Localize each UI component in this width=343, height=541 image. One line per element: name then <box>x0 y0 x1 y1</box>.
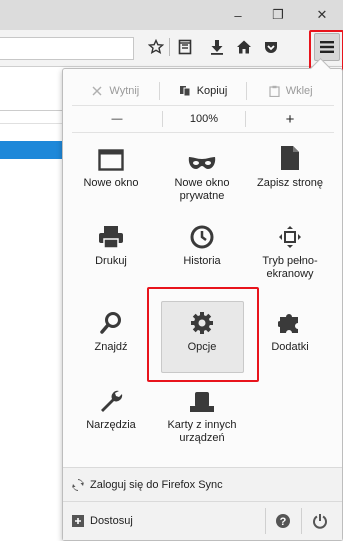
menu-item-label: Zapisz stronę <box>256 177 324 189</box>
page-content <box>0 67 62 541</box>
menu-item-synced-tabs[interactable]: Karty z innych urządzeń <box>162 381 242 445</box>
cut-button[interactable]: Wytnij <box>72 77 159 105</box>
restore-icon: ❐ <box>272 7 284 22</box>
synced-tabs-icon <box>190 392 214 412</box>
menu-item-find[interactable]: Znajdź <box>71 303 151 354</box>
cut-label: Wytnij <box>109 85 140 97</box>
menu-item-print[interactable]: Drukuj <box>71 217 151 268</box>
menu-item-label: Tryb pełno-ekranowy <box>262 255 318 280</box>
menu-item-label: Opcje <box>187 341 217 353</box>
close-icon: ✕ <box>316 7 328 22</box>
clock-icon <box>190 225 214 249</box>
copy-label: Kopiuj <box>196 85 228 97</box>
minimize-icon: – <box>234 7 242 23</box>
main-menu-panel: Wytnij Kopiuj Wklej — 100% + Nowe okno N… <box>62 57 343 541</box>
star-icon <box>148 39 164 54</box>
menu-item-developer[interactable]: Narzędzia <box>71 381 151 432</box>
divider <box>301 508 302 534</box>
scissors-icon <box>92 86 102 96</box>
divider <box>0 110 62 111</box>
menu-item-label: Drukuj <box>95 255 127 267</box>
zoom-out-icon: — <box>111 113 123 125</box>
puzzle-icon <box>278 314 298 333</box>
menu-footer: Dostosuj ? <box>63 501 342 540</box>
clipboard-icon <box>269 85 280 97</box>
sync-signin-button[interactable]: Zaloguj się do Firefox Sync <box>63 467 342 502</box>
menu-item-label: Karty z innych urządzeń <box>167 419 237 444</box>
pocket-button[interactable] <box>260 35 282 59</box>
reading-list-button[interactable] <box>174 35 196 59</box>
menu-item-label: Narzędzia <box>86 419 136 431</box>
menu-item-fullscreen[interactable]: Tryb pełno-ekranowy <box>250 217 330 281</box>
url-bar[interactable] <box>0 37 134 60</box>
svg-text:?: ? <box>280 516 287 528</box>
zoom-in-button[interactable]: + <box>246 106 334 132</box>
zoom-in-icon: + <box>285 110 295 128</box>
paste-button[interactable]: Wklej <box>247 77 334 105</box>
menu-item-label: Historia <box>183 255 221 267</box>
title-bar: – ❐ ✕ <box>0 0 343 30</box>
quit-button[interactable] <box>312 513 328 532</box>
page-blue-bar <box>0 141 62 159</box>
menu-item-history[interactable]: Historia <box>162 217 242 268</box>
sync-icon <box>72 479 84 491</box>
sync-label: Zaloguj się do Firefox Sync <box>90 479 223 491</box>
restore-button[interactable]: ❐ <box>258 0 298 30</box>
zoom-controls: — 100% + <box>72 105 334 133</box>
zoom-out-button[interactable]: — <box>72 106 162 132</box>
power-icon <box>313 514 327 529</box>
menu-item-addons[interactable]: Dodatki <box>250 303 330 354</box>
home-button[interactable] <box>233 35 255 59</box>
menu-item-new-window[interactable]: Nowe okno <box>71 139 151 190</box>
minimize-button[interactable]: – <box>218 0 258 30</box>
wrench-icon <box>101 390 123 412</box>
download-icon <box>211 40 223 55</box>
toolbar-separator <box>169 38 170 56</box>
copy-icon <box>179 86 191 97</box>
menu-item-options[interactable]: Opcje <box>162 303 242 354</box>
menu-item-label: Nowe okno prywatne <box>174 177 230 202</box>
paste-label: Wklej <box>285 85 313 97</box>
page-icon <box>281 146 299 170</box>
fullscreen-icon <box>279 226 301 248</box>
menu-item-label: Znajdź <box>94 341 128 353</box>
window-icon <box>98 149 124 171</box>
customize-button[interactable]: Dostosuj <box>72 515 133 527</box>
zoom-level: 100% <box>189 113 219 125</box>
edit-controls: Wytnij Kopiuj Wklej <box>72 77 334 105</box>
mask-icon <box>188 157 216 169</box>
menu-item-private-window[interactable]: Nowe okno prywatne <box>162 139 242 203</box>
nav-toolbar <box>0 30 343 67</box>
zoom-reset-button[interactable]: 100% <box>163 106 245 132</box>
divider <box>265 508 266 534</box>
bookmark-star-button[interactable] <box>145 35 167 59</box>
help-button[interactable]: ? <box>275 513 291 532</box>
divider <box>0 123 62 124</box>
gear-icon <box>191 312 213 334</box>
pocket-icon <box>265 42 277 53</box>
help-icon: ? <box>276 514 290 528</box>
home-icon <box>237 40 251 54</box>
plus-square-icon <box>72 515 84 527</box>
download-button[interactable] <box>206 35 228 59</box>
customize-label: Dostosuj <box>90 515 133 527</box>
copy-button[interactable]: Kopiuj <box>160 77 247 105</box>
search-icon <box>100 312 121 334</box>
menu-item-label: Dodatki <box>271 341 309 353</box>
close-button[interactable]: ✕ <box>302 0 342 30</box>
printer-icon <box>99 226 123 249</box>
menu-item-label: Nowe okno <box>83 177 139 189</box>
menu-item-save-page[interactable]: Zapisz stronę <box>250 139 330 190</box>
reading-list-icon <box>178 39 192 55</box>
